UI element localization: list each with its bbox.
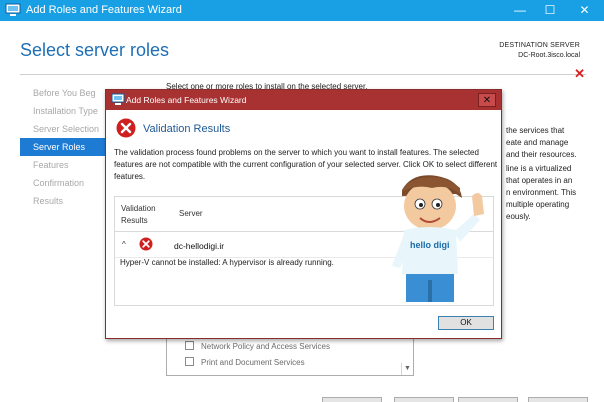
dialog-heading: Validation Results — [143, 123, 231, 135]
role-description-line: line is a virtualized — [506, 164, 572, 173]
role-row-network-policy[interactable]: Network Policy and Access Services — [185, 341, 330, 351]
role-label: Print and Document Services — [201, 358, 305, 367]
page-title: Select server roles — [20, 40, 170, 60]
watermark-text: hello digi — [410, 240, 450, 250]
role-description-line: the services that — [506, 126, 565, 135]
error-x-icon — [116, 118, 136, 138]
scroll-down-arrow-icon[interactable]: ▼ — [401, 363, 413, 375]
role-row-print-document[interactable]: Print and Document Services — [185, 357, 305, 367]
role-checkbox[interactable] — [185, 341, 194, 350]
server-manager-icon — [111, 93, 125, 105]
dialog-close-button[interactable]: ✕ — [478, 93, 496, 107]
header-divider — [20, 74, 586, 75]
role-description-line: eate and manage — [506, 138, 569, 147]
footer-button[interactable] — [322, 397, 382, 402]
destination-server: DC-Root.3isco.local — [518, 52, 580, 59]
ok-button[interactable]: OK — [438, 316, 494, 330]
error-x-icon — [139, 237, 153, 251]
roles-list[interactable]: Network Policy and Access Services Print… — [166, 334, 414, 376]
window-titlebar[interactable]: Add Roles and Features Wizard — ☐ ✕ — [0, 0, 604, 21]
window-title: Add Roles and Features Wizard — [26, 4, 182, 16]
mascot-logo: hello digi — [392, 175, 484, 302]
footer-button[interactable] — [528, 397, 588, 402]
close-button[interactable]: ✕ — [565, 0, 604, 21]
minimize-button[interactable]: — — [505, 0, 535, 21]
footer-button[interactable] — [458, 397, 518, 402]
column-header-line: Results — [121, 216, 148, 225]
column-header-line: Validation — [121, 204, 156, 213]
role-description-line: eously. — [506, 212, 531, 221]
server-manager-icon — [5, 3, 21, 16]
role-label: Network Policy and Access Services — [201, 342, 330, 351]
chevron-up-icon[interactable]: ^ — [122, 240, 126, 249]
red-x-icon: ✕ — [574, 66, 585, 81]
role-description-line: multiple operating — [506, 200, 570, 209]
role-checkbox[interactable] — [185, 357, 194, 366]
role-description-line: n environment. This — [506, 188, 577, 197]
server-name: dc-hellodigi.ir — [174, 241, 225, 251]
maximize-button[interactable]: ☐ — [535, 0, 565, 21]
column-header-server[interactable]: Server — [179, 209, 203, 218]
dialog-title: Add Roles and Features Wizard — [126, 95, 247, 105]
column-header-validation-results[interactable]: Validation Results — [121, 203, 156, 227]
role-description-line: that operates in an — [506, 176, 573, 185]
validation-issue: Hyper-V cannot be installed: A hyperviso… — [120, 258, 334, 267]
footer-button[interactable] — [394, 397, 454, 402]
dialog-titlebar[interactable]: Add Roles and Features Wizard ✕ — [106, 90, 501, 110]
role-description-line: and their resources. — [506, 150, 577, 159]
destination-label: DESTINATION SERVER — [499, 42, 580, 49]
